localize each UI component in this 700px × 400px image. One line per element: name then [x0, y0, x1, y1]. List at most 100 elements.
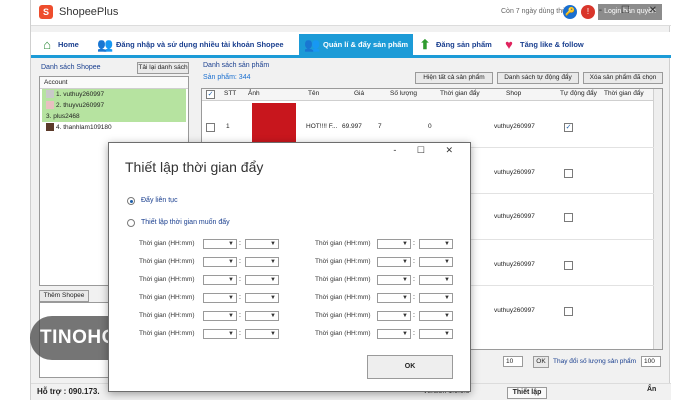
auto-push-checkbox[interactable] — [564, 169, 573, 178]
key-icon[interactable]: 🔑 — [563, 5, 577, 19]
menu-home-label: Home — [58, 40, 79, 49]
time-label: Thời gian (HH:mm) — [315, 258, 371, 265]
time-colon: : — [239, 312, 241, 319]
menu-post-product[interactable]: ⬆ Đăng sản phẩm — [417, 35, 492, 55]
custom-time-radio[interactable] — [127, 219, 135, 227]
chevron-down-icon: ▼ — [444, 277, 450, 283]
time-label: Thời gian (HH:mm) — [315, 294, 371, 301]
page-size-ok-button[interactable]: OK — [533, 356, 549, 368]
account-row[interactable]: 1. vuthuy260997 — [42, 89, 186, 100]
hour-select[interactable]: ▼ — [377, 257, 411, 267]
col-name: Tên — [308, 90, 320, 97]
time-colon: : — [239, 294, 241, 301]
time-colon: : — [413, 312, 415, 319]
grid-scrollbar[interactable] — [653, 89, 662, 349]
change-count-label: Thay đổi số lượng sản phẩm — [553, 358, 637, 365]
auto-push-checkbox[interactable] — [564, 261, 573, 270]
menu-manage-label: Quản lí & đẩy sản phẩm — [323, 40, 409, 49]
time-label: Thời gian (HH:mm) — [315, 312, 371, 319]
dialog-window-controls[interactable]: - ☐ ✕ — [393, 145, 462, 156]
minute-select[interactable]: ▼ — [245, 293, 279, 303]
minute-select[interactable]: ▼ — [245, 329, 279, 339]
account-name: 2. thuyvu260997 — [56, 102, 105, 109]
time-colon: : — [239, 258, 241, 265]
chevron-down-icon: ▼ — [402, 313, 408, 319]
window-controls[interactable]: - ☐ ✕ — [599, 5, 665, 16]
minute-select[interactable]: ▼ — [419, 293, 453, 303]
product-list-title: Danh sách sản phẩm — [203, 62, 270, 69]
hour-select[interactable]: ▼ — [203, 239, 237, 249]
hour-select[interactable]: ▼ — [377, 293, 411, 303]
hour-select[interactable]: ▼ — [203, 257, 237, 267]
hour-select[interactable]: ▼ — [203, 293, 237, 303]
menu-manage-products[interactable]: 👥 Quản lí & đẩy sản phẩm — [299, 34, 414, 56]
minute-select[interactable]: ▼ — [419, 239, 453, 249]
time-row: Thời gian (HH:mm) ▼ : ▼ Thời gian (HH:mm… — [109, 329, 472, 341]
hour-select[interactable]: ▼ — [203, 329, 237, 339]
chevron-down-icon: ▼ — [444, 241, 450, 247]
alert-icon[interactable]: ! — [581, 5, 595, 19]
minute-select[interactable]: ▼ — [419, 329, 453, 339]
menu-post-label: Đăng sản phẩm — [436, 40, 492, 49]
hour-select[interactable]: ▼ — [377, 239, 411, 249]
minute-select[interactable]: ▼ — [245, 239, 279, 249]
hour-select[interactable]: ▼ — [377, 311, 411, 321]
delete-selected-button[interactable]: Xóa sản phẩm đã chọn — [583, 72, 663, 84]
hour-select[interactable]: ▼ — [377, 275, 411, 285]
row-checkbox[interactable] — [206, 123, 215, 132]
hour-select[interactable]: ▼ — [377, 329, 411, 339]
chevron-down-icon: ▼ — [402, 295, 408, 301]
minute-select[interactable]: ▼ — [419, 275, 453, 285]
avatar — [46, 101, 54, 110]
time-colon: : — [413, 276, 415, 283]
row-price: 69.997 — [342, 123, 362, 130]
row-quantity: 7 — [378, 123, 382, 130]
auto-push-list-button[interactable]: Danh sách tự động đẩy — [497, 72, 579, 84]
col-push-time: Thời gian đẩy — [440, 90, 480, 97]
col-push-time-2: Thời gian đẩy — [604, 90, 644, 97]
minute-select[interactable]: ▼ — [245, 311, 279, 321]
hour-select[interactable]: ▼ — [203, 275, 237, 285]
count-input[interactable]: 100 — [641, 356, 661, 367]
page-size-input[interactable]: 10 — [503, 356, 523, 367]
group-icon: 👥 — [304, 37, 321, 53]
time-label: Thời gian (HH:mm) — [139, 258, 195, 265]
minute-select[interactable]: ▼ — [419, 311, 453, 321]
trial-text: Còn 7 ngày dùng thử — [501, 8, 567, 15]
chevron-down-icon: ▼ — [444, 331, 450, 337]
row-stt: 1 — [226, 123, 230, 130]
auto-push-checkbox[interactable] — [564, 213, 573, 222]
shopee-list-title: Danh sách Shopee — [41, 64, 101, 71]
product-count: Sản phẩm: 344 — [203, 74, 251, 81]
show-all-products-button[interactable]: Hiện tất cả sản phẩm — [415, 72, 493, 84]
main-menu: ⌂ Home 👥 Đăng nhập và sử dụng nhiều tài kh… — [31, 32, 671, 58]
auto-push-checkbox[interactable]: ✓ — [564, 123, 573, 132]
account-row[interactable]: 4. thanhlam109180 — [42, 122, 186, 133]
menu-home[interactable]: ⌂ Home — [39, 35, 79, 55]
select-all-checkbox[interactable]: ✓ — [206, 90, 215, 99]
dialog-ok-button[interactable]: OK — [367, 355, 453, 379]
chevron-down-icon: ▼ — [402, 259, 408, 265]
chevron-down-icon: ▼ — [270, 295, 276, 301]
push-time-dialog: - ☐ ✕ Thiết lập thời gian đẩy Đẩy liên t… — [108, 142, 471, 392]
account-column-header: Account — [40, 77, 188, 89]
account-row[interactable]: 2. thuyvu260997 — [42, 100, 186, 111]
continuous-radio[interactable] — [127, 197, 135, 205]
auto-push-checkbox[interactable] — [564, 307, 573, 316]
hour-select[interactable]: ▼ — [203, 311, 237, 321]
reload-list-button[interactable]: Tải lại danh sách — [137, 62, 189, 74]
minute-select[interactable]: ▼ — [419, 257, 453, 267]
chevron-down-icon: ▼ — [228, 241, 234, 247]
time-label: Thời gian (HH:mm) — [139, 312, 195, 319]
time-colon: : — [239, 276, 241, 283]
menu-likes-follow[interactable]: ♥ Tăng like & follow — [501, 35, 584, 55]
time-row: Thời gian (HH:mm) ▼ : ▼ Thời gian (HH:mm… — [109, 311, 472, 323]
settings-tab[interactable]: Thiết lập — [507, 387, 547, 399]
minute-select[interactable]: ▼ — [245, 275, 279, 285]
hide-button[interactable]: Ẩn — [647, 386, 656, 393]
minute-select[interactable]: ▼ — [245, 257, 279, 267]
account-row[interactable]: 3. plus2468 — [42, 111, 186, 122]
add-shopee-button[interactable]: Thêm Shopee — [39, 290, 89, 302]
account-name: 4. thanhlam109180 — [56, 124, 112, 131]
menu-login-accounts[interactable]: 👥 Đăng nhập và sử dụng nhiều tài khoản Sh… — [97, 35, 284, 55]
